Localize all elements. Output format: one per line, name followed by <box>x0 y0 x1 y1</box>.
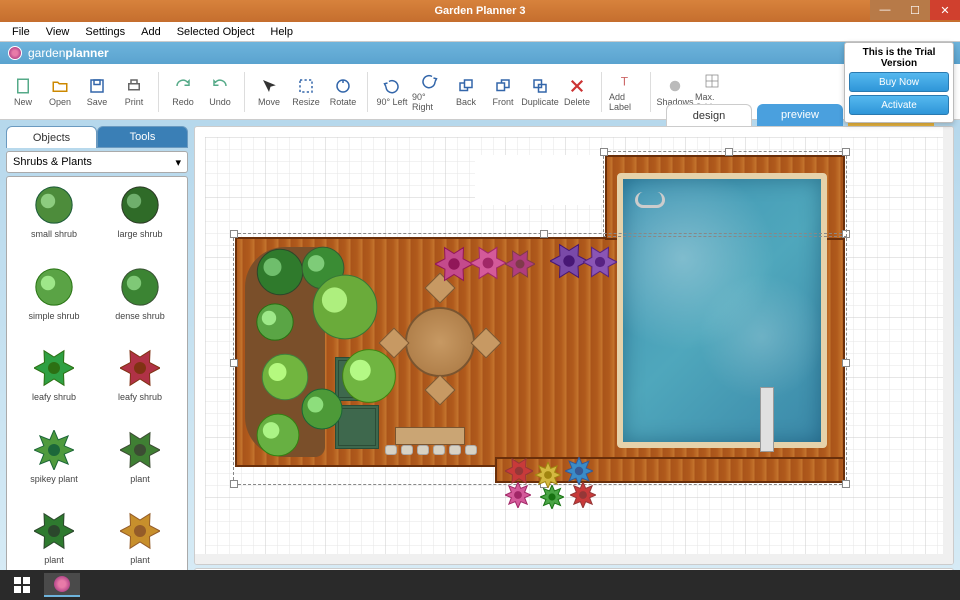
palette-item-6[interactable]: spikey plant <box>13 428 95 506</box>
canvas-plant-17[interactable] <box>540 485 564 509</box>
buy-now-button[interactable]: Buy Now <box>849 72 949 92</box>
canvas-plant-2[interactable] <box>255 302 295 342</box>
redo-button[interactable]: Redo <box>166 69 200 115</box>
open-button[interactable]: Open <box>43 69 77 115</box>
canvas-plant-10[interactable] <box>505 249 535 279</box>
canvas-plant-7[interactable] <box>340 347 398 405</box>
canvas-plant-0[interactable] <box>255 247 305 297</box>
window-title-bar: Garden Planner 3 — ☐ ✕ <box>0 0 960 22</box>
delete-button[interactable]: Delete <box>560 69 594 115</box>
category-dropdown[interactable]: Shrubs & Plants <box>6 151 188 173</box>
windows-taskbar <box>0 570 960 600</box>
resize-button[interactable]: Resize <box>289 69 323 115</box>
menu-selected-object[interactable]: Selected Object <box>169 24 263 40</box>
menu-add[interactable]: Add <box>133 24 169 40</box>
print-button[interactable]: Print <box>117 69 151 115</box>
tab-objects[interactable]: Objects <box>6 126 97 148</box>
palette-item-1[interactable]: large shrub <box>99 183 181 261</box>
start-button[interactable] <box>6 573 38 597</box>
undo-button[interactable]: Undo <box>203 69 237 115</box>
brand-bar: gardenplanner <box>0 42 960 64</box>
main-area: design preview notebook <box>194 126 954 594</box>
brand-text-1: garden <box>28 46 65 60</box>
scrollbar-horizontal[interactable] <box>195 554 953 564</box>
minimize-button[interactable]: — <box>870 0 900 20</box>
workspace: Objects Tools Shrubs & Plants small shru… <box>0 120 960 600</box>
stepping-stone-1[interactable] <box>401 445 413 455</box>
tab-tools[interactable]: Tools <box>97 126 188 148</box>
move-button[interactable]: Move <box>252 69 286 115</box>
close-button[interactable]: ✕ <box>930 0 960 20</box>
canvas-plant-12[interactable] <box>583 245 617 279</box>
design-canvas[interactable] <box>205 137 943 554</box>
app-title: Garden Planner 3 <box>434 5 525 17</box>
tab-design[interactable]: design <box>666 104 752 126</box>
canvas-plant-8[interactable] <box>435 245 473 283</box>
trial-notice: This is the Trial Version Buy Now Activa… <box>844 42 954 123</box>
rotate-left-button[interactable]: 90° Left <box>375 69 409 115</box>
canvas-frame <box>194 126 954 565</box>
selection-outline-top <box>603 151 847 237</box>
canvas-plant-15[interactable] <box>565 457 593 485</box>
palette-item-5[interactable]: leafy shrub <box>99 346 181 424</box>
menu-help[interactable]: Help <box>262 24 301 40</box>
menu-file[interactable]: File <box>4 24 38 40</box>
palette-item-2[interactable]: simple shrub <box>13 265 95 343</box>
stepping-stone-0[interactable] <box>385 445 397 455</box>
rotate-right-button[interactable]: 90° Right <box>412 69 446 115</box>
menu-bar: File View Settings Add Selected Object H… <box>0 22 960 42</box>
canvas-plant-16[interactable] <box>505 482 531 508</box>
scrollbar-vertical[interactable] <box>943 127 953 564</box>
blank-area[interactable] <box>475 155 615 205</box>
menu-settings[interactable]: Settings <box>77 24 133 40</box>
trial-text: This is the Trial Version <box>849 47 949 69</box>
palette-item-7[interactable]: plant <box>99 428 181 506</box>
side-panel: Objects Tools Shrubs & Plants small shru… <box>6 126 188 594</box>
stepping-stone-3[interactable] <box>433 445 445 455</box>
stepping-stone-5[interactable] <box>465 445 477 455</box>
stepping-stone-4[interactable] <box>449 445 461 455</box>
back-button[interactable]: Back <box>449 69 483 115</box>
stepping-stone-2[interactable] <box>417 445 429 455</box>
object-palette: small shrublarge shrubsimple shrubdense … <box>6 176 188 594</box>
taskbar-app-garden-planner[interactable] <box>44 573 80 597</box>
canvas-plant-13[interactable] <box>505 457 533 485</box>
add-label-button[interactable]: TAdd Label <box>609 69 643 115</box>
rotate-button[interactable]: Rotate <box>326 69 360 115</box>
palette-item-3[interactable]: dense shrub <box>99 265 181 343</box>
brand-text-2: planner <box>65 46 108 60</box>
canvas-plant-4[interactable] <box>300 387 344 431</box>
tab-preview[interactable]: preview <box>757 104 843 126</box>
new-button[interactable]: New <box>6 69 40 115</box>
canvas-plant-9[interactable] <box>470 245 506 281</box>
canvas-plant-18[interactable] <box>570 482 596 508</box>
activate-button[interactable]: Activate <box>849 95 949 115</box>
duplicate-button[interactable]: Duplicate <box>523 69 557 115</box>
palette-item-4[interactable]: leafy shrub <box>13 346 95 424</box>
save-button[interactable]: Save <box>80 69 114 115</box>
front-button[interactable]: Front <box>486 69 520 115</box>
svg-text:T: T <box>621 74 629 88</box>
brand-logo-icon <box>8 46 22 60</box>
canvas-plant-6[interactable] <box>310 272 380 342</box>
maximize-button[interactable]: ☐ <box>900 0 930 20</box>
palette-item-0[interactable]: small shrub <box>13 183 95 261</box>
menu-view[interactable]: View <box>38 24 78 40</box>
canvas-plant-5[interactable] <box>255 412 301 458</box>
